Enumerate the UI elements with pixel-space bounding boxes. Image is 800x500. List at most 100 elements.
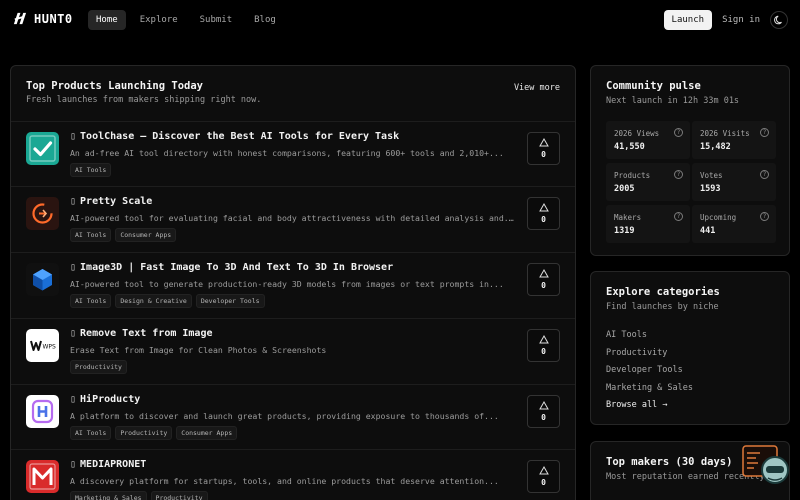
card-subtitle: Find launches by niche <box>606 302 719 312</box>
nav-blog[interactable]: Blog <box>246 10 284 30</box>
nav-home[interactable]: Home <box>88 10 126 30</box>
product-tags: AI Tools Productivity Consumer Apps <box>70 426 238 440</box>
product-tags: AI Tools <box>70 163 112 177</box>
logo-icon <box>13 12 27 25</box>
sign-in-link[interactable]: Sign in <box>720 15 762 25</box>
stat-label: Products <box>614 171 651 180</box>
product-name[interactable]: ▯ Image3D | Fast Image To 3D And Text To … <box>70 262 393 273</box>
tag[interactable]: AI Tools <box>70 163 112 177</box>
product-name[interactable]: ▯ HiProducty <box>70 394 140 405</box>
upvote-button[interactable]: 0 <box>527 132 560 165</box>
tag[interactable]: Marketing & Sales <box>70 491 147 500</box>
product-tags: AI Tools Design & Creative Developer Too… <box>70 294 265 308</box>
header-actions: Launch Sign in <box>663 10 788 30</box>
product-row[interactable]: ▯ Pretty Scale AI-powered tool for evalua… <box>11 186 575 251</box>
stat-label: Makers <box>614 213 642 222</box>
upvote-button[interactable]: 0 <box>527 329 560 362</box>
product-row[interactable]: ▯ Image3D | Fast Image To 3D And Text To … <box>11 252 575 317</box>
product-tags: Productivity <box>70 360 127 374</box>
tag[interactable]: Productivity <box>70 360 127 374</box>
vote-count: 0 <box>541 478 546 487</box>
tag[interactable]: Developer Tools <box>195 294 265 308</box>
tag[interactable]: Consumer Apps <box>176 426 238 440</box>
product-description: AI-powered tool to generate production-r… <box>70 279 504 289</box>
card-subtitle: Most reputation earned recently <box>606 472 765 482</box>
chat-bot-icon <box>742 445 789 484</box>
stat-label: 2026 Visits <box>700 129 750 138</box>
product-name-text: ToolChase – Discover the Best AI Tools f… <box>80 131 400 142</box>
tag[interactable]: AI Tools <box>70 294 112 308</box>
vote-count: 0 <box>541 281 546 290</box>
category-list: AI Tools Productivity Developer Tools Ma… <box>606 330 693 418</box>
stat-value: 15,482 <box>700 142 731 152</box>
info-icon[interactable]: ? <box>674 128 683 137</box>
tag[interactable]: Design & Creative <box>115 294 192 308</box>
category-link[interactable]: Productivity <box>606 348 693 366</box>
moon-icon <box>774 15 782 25</box>
view-more-link[interactable]: View more <box>514 83 560 93</box>
vote-count: 0 <box>541 347 546 356</box>
info-icon[interactable]: ? <box>760 128 769 137</box>
product-list-panel: Top Products Launching Today Fresh launc… <box>10 65 576 500</box>
category-link[interactable]: AI Tools <box>606 330 693 348</box>
chat-widget-button[interactable] <box>742 444 790 486</box>
card-title: Community pulse <box>606 80 701 92</box>
tag[interactable]: AI Tools <box>70 228 112 242</box>
category-link[interactable]: Marketing & Sales <box>606 383 693 401</box>
browse-all-link[interactable]: Browse all → <box>606 400 693 418</box>
card-title: Explore categories <box>606 286 720 298</box>
product-name-text: Pretty Scale <box>80 196 153 207</box>
stat-value: 441 <box>700 226 716 236</box>
product-name[interactable]: ▯ Remove Text from Image <box>70 328 212 339</box>
launch-button[interactable]: Launch <box>663 10 713 30</box>
product-tags: Marketing & Sales Productivity <box>70 491 208 500</box>
product-row[interactable]: ▯ ToolChase – Discover the Best AI Tools … <box>11 121 575 186</box>
stat-products: Products ? 2005 <box>606 163 690 201</box>
info-icon[interactable]: ? <box>760 212 769 221</box>
tag[interactable]: Productivity <box>115 426 173 440</box>
stat-upcoming: Upcoming ? 441 <box>692 205 776 243</box>
stat-label: Upcoming <box>700 213 737 222</box>
product-description: Erase Text from Image for Clean Photos &… <box>70 345 327 355</box>
explore-categories-card: Explore categories Find launches by nich… <box>590 271 790 425</box>
product-row[interactable]: ▯ MEDIAPRONET A discovery platform for st… <box>11 449 575 500</box>
image3d-logo <box>26 263 59 296</box>
tag[interactable]: Productivity <box>150 491 208 500</box>
community-pulse-card: Community pulse Next launch in 12h 33m 0… <box>590 65 790 256</box>
stat-makers: Makers ? 1319 <box>606 205 690 243</box>
wps-logo: WPS <box>26 329 59 362</box>
triangle-up-icon <box>538 335 549 344</box>
vote-count: 0 <box>541 215 546 224</box>
category-link[interactable]: Developer Tools <box>606 365 693 383</box>
product-tags: AI Tools Consumer Apps <box>70 228 177 242</box>
product-row[interactable]: WPS ▯ Remove Text from Image Erase Text f… <box>11 318 575 383</box>
triangle-up-icon <box>538 138 549 147</box>
tag[interactable]: Consumer Apps <box>115 228 177 242</box>
upvote-button[interactable]: 0 <box>527 460 560 493</box>
upvote-button[interactable]: 0 <box>527 197 560 230</box>
stat-value: 2005 <box>614 184 635 194</box>
triangle-up-icon <box>538 401 549 410</box>
info-icon[interactable]: ? <box>674 212 683 221</box>
upvote-button[interactable]: 0 <box>527 395 560 428</box>
top-bar: HUNT0 Home Explore Submit Blog Launch Si… <box>0 0 800 40</box>
logo[interactable]: HUNT0 <box>12 11 73 26</box>
product-name[interactable]: ▯ ToolChase – Discover the Best AI Tools … <box>70 131 399 142</box>
stats-grid: 2026 Views ? 41,550 2026 Visits ? 15,482… <box>606 121 776 243</box>
product-description: A discovery platform for startups, tools… <box>70 476 499 486</box>
product-row[interactable]: ▯ HiProducty A platform to discover and l… <box>11 384 575 449</box>
info-icon[interactable]: ? <box>674 170 683 179</box>
svg-text:WPS: WPS <box>43 344 57 351</box>
stat-value: 1593 <box>700 184 721 194</box>
nav-submit[interactable]: Submit <box>192 10 241 30</box>
upvote-button[interactable]: 0 <box>527 263 560 296</box>
theme-toggle-button[interactable] <box>770 11 788 29</box>
tag[interactable]: AI Tools <box>70 426 112 440</box>
product-name-text: MEDIAPRONET <box>80 459 147 470</box>
product-name[interactable]: ▯ MEDIAPRONET <box>70 459 146 470</box>
info-icon[interactable]: ? <box>760 170 769 179</box>
stat-value: 41,550 <box>614 142 645 152</box>
mediapronet-logo <box>26 460 59 493</box>
product-name[interactable]: ▯ Pretty Scale <box>70 196 152 207</box>
nav-explore[interactable]: Explore <box>132 10 186 30</box>
